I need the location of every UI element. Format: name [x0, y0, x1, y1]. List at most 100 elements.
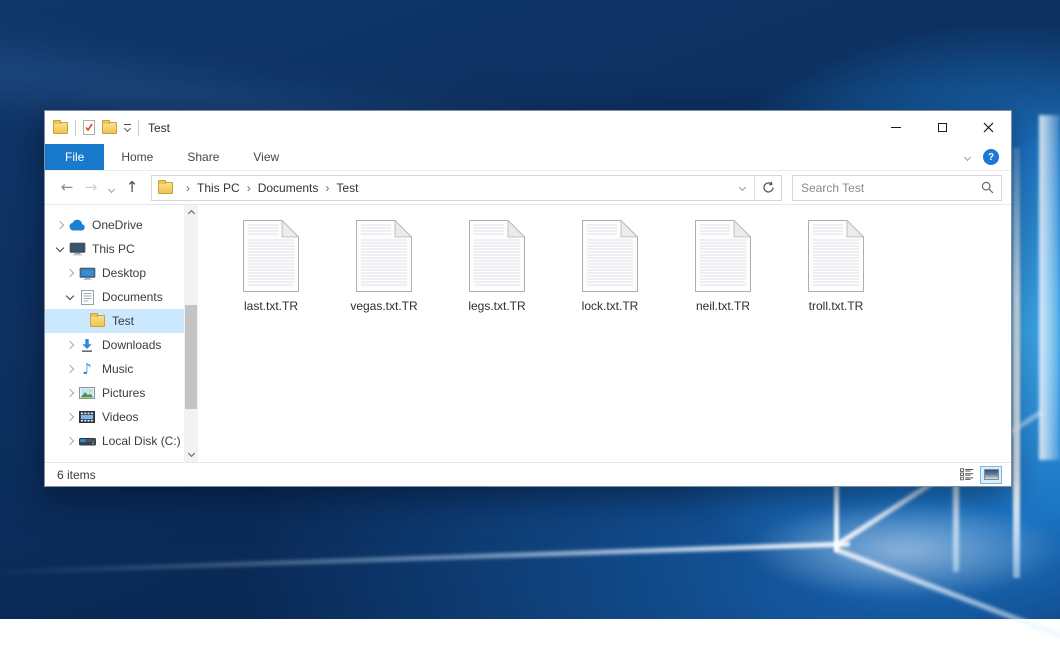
breadcrumb-folder-icon [158, 182, 173, 194]
quick-access-toolbar: Test [45, 120, 170, 136]
help-button[interactable]: ? [983, 149, 999, 165]
search-icon[interactable] [981, 181, 1001, 194]
expander-collapsed-icon[interactable] [63, 266, 77, 280]
details-view-icon [960, 468, 974, 481]
window-folder-icon[interactable] [53, 122, 68, 134]
customize-quick-access-button[interactable] [124, 124, 131, 132]
text-file-icon [469, 220, 525, 292]
new-folder-button[interactable] [102, 122, 117, 134]
sidebar-item-onedrive[interactable]: OneDrive [45, 213, 184, 237]
expander-spacer [73, 314, 87, 328]
expander-collapsed-icon[interactable] [53, 218, 67, 232]
video-icon [77, 411, 97, 423]
expander-expanded-icon[interactable] [53, 242, 67, 256]
tab-share[interactable]: Share [170, 144, 236, 170]
breadcrumb-this-pc[interactable]: This PC [197, 181, 240, 195]
explorer-window: Test File Home Share View ? ← → ↑ [44, 110, 1012, 487]
view-toggles [960, 466, 1002, 484]
document-icon [77, 290, 97, 305]
breadcrumb-test[interactable]: Test [336, 181, 358, 195]
file-name: lock.txt.TR [582, 299, 639, 313]
expander-collapsed-icon[interactable] [63, 362, 77, 376]
wallpaper-window-pane [1039, 115, 1060, 460]
file-item[interactable]: legs.txt.TR [445, 220, 549, 313]
file-item[interactable]: lock.txt.TR [558, 220, 662, 313]
large-icons-view-button[interactable] [980, 466, 1002, 484]
sidebar-item-pictures[interactable]: Pictures [45, 381, 184, 405]
main-area: OneDrive This PC [45, 205, 1011, 462]
scroll-down-button[interactable] [184, 448, 198, 462]
up-button[interactable]: ↑ [119, 180, 145, 195]
sidebar-item-videos[interactable]: Videos [45, 405, 184, 429]
divider [75, 120, 76, 136]
file-item[interactable]: neil.txt.TR [671, 220, 775, 313]
expand-ribbon-chevron-icon[interactable] [964, 153, 971, 160]
tab-file[interactable]: File [45, 144, 104, 170]
address-bar[interactable]: › This PC › Documents › Test [151, 175, 782, 201]
scroll-up-button[interactable] [184, 205, 198, 219]
text-file-icon [695, 220, 751, 292]
tab-view[interactable]: View [236, 144, 296, 170]
wallpaper-beam [834, 484, 839, 552]
scrollbar-thumb[interactable] [185, 305, 197, 409]
sidebar-item-downloads[interactable]: Downloads [45, 333, 184, 357]
search-input[interactable] [793, 181, 981, 195]
expander-collapsed-icon[interactable] [63, 434, 77, 448]
minimize-icon [891, 127, 901, 128]
wallpaper-beam [835, 547, 1060, 659]
expander-expanded-icon[interactable] [63, 290, 77, 304]
sidebar-item-this-pc[interactable]: This PC [45, 237, 184, 261]
text-file-icon [582, 220, 638, 292]
expander-collapsed-icon[interactable] [63, 410, 77, 424]
close-icon [983, 122, 994, 133]
refresh-button[interactable] [755, 181, 781, 194]
computer-icon [67, 242, 87, 256]
sidebar-item-documents[interactable]: Documents [45, 285, 184, 309]
chevron-down-icon [738, 184, 745, 191]
sidebar-item-label: Local Disk (C:) [102, 434, 181, 448]
music-icon: ♪ [77, 362, 97, 377]
properties-button[interactable] [83, 120, 95, 135]
tab-home[interactable]: Home [104, 144, 170, 170]
minimize-button[interactable] [873, 111, 919, 144]
expander-collapsed-icon[interactable] [63, 338, 77, 352]
address-dropdown-button[interactable] [730, 185, 754, 190]
sidebar-item-label: Desktop [102, 266, 146, 280]
maximize-button[interactable] [919, 111, 965, 144]
recent-locations-button[interactable] [103, 180, 119, 195]
wallpaper-beam [1013, 148, 1020, 578]
sidebar-item-test[interactable]: Test [45, 309, 184, 333]
sidebar-item-desktop[interactable]: Desktop [45, 261, 184, 285]
back-button[interactable]: ← [55, 180, 79, 195]
navigation-bar: ← → ↑ › This PC › Documents › Test [45, 171, 1011, 205]
sidebar-item-label: Documents [102, 290, 163, 304]
search-box [792, 175, 1002, 201]
window-title: Test [148, 121, 170, 135]
forward-button[interactable]: → [79, 180, 103, 195]
sidebar-item-label: Test [112, 314, 134, 328]
sidebar-item-label: Pictures [102, 386, 145, 400]
file-name: last.txt.TR [244, 299, 298, 313]
breadcrumb-documents[interactable]: Documents [258, 181, 319, 195]
chevron-down-icon [124, 125, 131, 132]
chevron-down-icon [187, 450, 194, 457]
sidebar-scrollbar[interactable] [184, 205, 198, 462]
text-file-icon [808, 220, 864, 292]
sidebar-item-label: Videos [102, 410, 138, 424]
check-document-icon [83, 120, 95, 135]
desktop-icon [77, 267, 97, 280]
item-count: 6 items [57, 468, 96, 482]
file-item[interactable]: vegas.txt.TR [332, 220, 436, 313]
details-view-button[interactable] [960, 468, 974, 481]
sidebar-item-local-disk-c[interactable]: Local Disk (C:) [45, 429, 184, 453]
large-icons-view-icon [984, 469, 999, 480]
expander-collapsed-icon[interactable] [63, 386, 77, 400]
file-item[interactable]: troll.txt.TR [784, 220, 888, 313]
text-file-icon [356, 220, 412, 292]
breadcrumb-separator: › [240, 181, 258, 195]
breadcrumb-separator: › [179, 181, 197, 195]
close-button[interactable] [965, 111, 1011, 144]
file-item[interactable]: last.txt.TR [219, 220, 323, 313]
maximize-icon [938, 123, 947, 132]
sidebar-item-music[interactable]: ♪ Music [45, 357, 184, 381]
